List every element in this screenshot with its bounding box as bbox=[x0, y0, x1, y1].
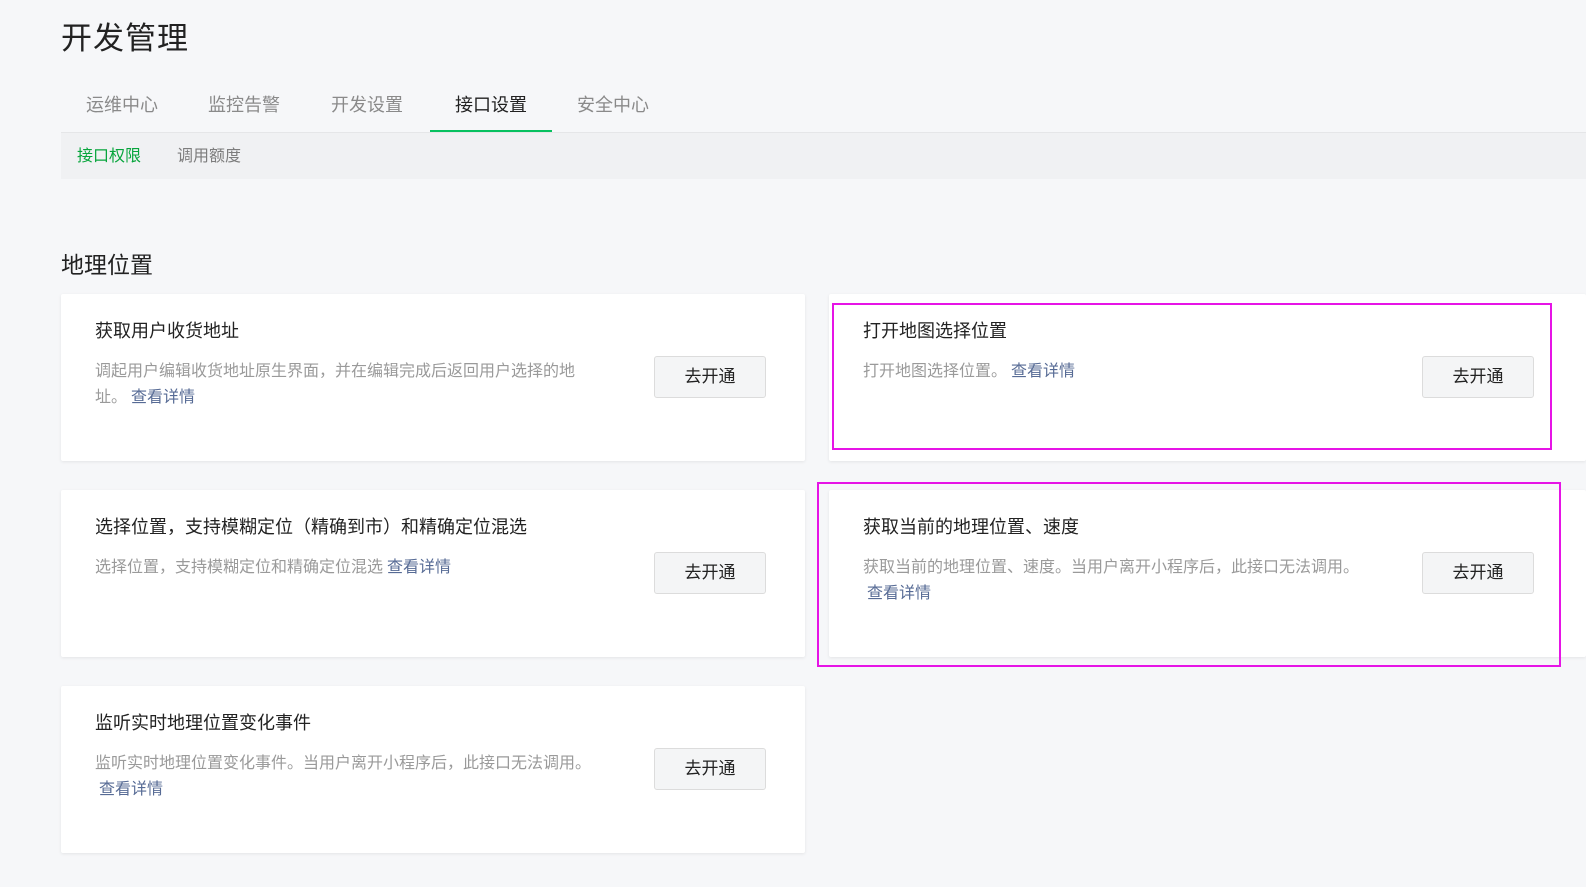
subtab-call-quota[interactable]: 调用额度 bbox=[177, 133, 241, 179]
activate-button[interactable]: 去开通 bbox=[654, 356, 766, 398]
card-description: 监听实时地理位置变化事件。当用户离开小程序后，此接口无法调用。查看详情 bbox=[95, 750, 605, 802]
api-card-choose-location: 打开地图选择位置 打开地图选择位置。 查看详情 去开通 bbox=[829, 294, 1586, 461]
activate-button[interactable]: 去开通 bbox=[654, 748, 766, 790]
view-details-link[interactable]: 查看详情 bbox=[867, 583, 931, 602]
card-title: 打开地图选择位置 bbox=[863, 321, 1007, 342]
card-title: 监听实时地理位置变化事件 bbox=[95, 713, 311, 734]
activate-button[interactable]: 去开通 bbox=[1422, 552, 1534, 594]
card-description: 调起用户编辑收货地址原生界面，并在编辑完成后返回用户选择的地址。 查看详情 bbox=[95, 358, 605, 410]
card-desc-text: 选择位置，支持模糊定位和精确定位混选 bbox=[95, 557, 384, 576]
view-details-link[interactable]: 查看详情 bbox=[99, 779, 163, 798]
tab-ops-center[interactable]: 运维中心 bbox=[61, 82, 183, 130]
view-details-link[interactable]: 查看详情 bbox=[131, 387, 195, 406]
subtabs: 接口权限 调用额度 bbox=[61, 133, 1586, 179]
api-card-choose-address: 获取用户收货地址 调起用户编辑收货地址原生界面，并在编辑完成后返回用户选择的地址… bbox=[61, 294, 805, 461]
main-tabs: 运维中心 监控告警 开发设置 接口设置 安全中心 bbox=[61, 82, 1586, 133]
card-title: 选择位置，支持模糊定位（精确到市）和精确定位混选 bbox=[95, 517, 527, 538]
page-title: 开发管理 bbox=[61, 21, 189, 57]
card-description: 打开地图选择位置。 查看详情 bbox=[863, 358, 1373, 384]
tab-monitor-alert[interactable]: 监控告警 bbox=[183, 82, 305, 130]
tab-security-center[interactable]: 安全中心 bbox=[552, 82, 674, 130]
subtab-api-permission[interactable]: 接口权限 bbox=[77, 133, 141, 179]
view-details-link[interactable]: 查看详情 bbox=[387, 557, 451, 576]
card-desc-text: 监听实时地理位置变化事件。当用户离开小程序后，此接口无法调用。 bbox=[95, 753, 592, 772]
card-title: 获取用户收货地址 bbox=[95, 321, 239, 342]
api-card-location-change: 监听实时地理位置变化事件 监听实时地理位置变化事件。当用户离开小程序后，此接口无… bbox=[61, 686, 805, 853]
api-card-choose-poi: 选择位置，支持模糊定位（精确到市）和精确定位混选 选择位置，支持模糊定位和精确定… bbox=[61, 490, 805, 657]
card-desc-text: 打开地图选择位置。 bbox=[863, 361, 1008, 380]
card-desc-text: 获取当前的地理位置、速度。当用户离开小程序后，此接口无法调用。 bbox=[863, 557, 1360, 576]
tab-api-settings[interactable]: 接口设置 bbox=[430, 82, 552, 132]
card-title: 获取当前的地理位置、速度 bbox=[863, 517, 1079, 538]
section-title: 地理位置 bbox=[61, 253, 153, 279]
activate-button[interactable]: 去开通 bbox=[1422, 356, 1534, 398]
card-description: 选择位置，支持模糊定位和精确定位混选 查看详情 bbox=[95, 554, 605, 580]
activate-button[interactable]: 去开通 bbox=[654, 552, 766, 594]
api-card-get-location: 获取当前的地理位置、速度 获取当前的地理位置、速度。当用户离开小程序后，此接口无… bbox=[829, 490, 1586, 657]
card-description: 获取当前的地理位置、速度。当用户离开小程序后，此接口无法调用。查看详情 bbox=[863, 554, 1373, 606]
view-details-link[interactable]: 查看详情 bbox=[1011, 361, 1075, 380]
tab-dev-settings[interactable]: 开发设置 bbox=[306, 82, 428, 130]
